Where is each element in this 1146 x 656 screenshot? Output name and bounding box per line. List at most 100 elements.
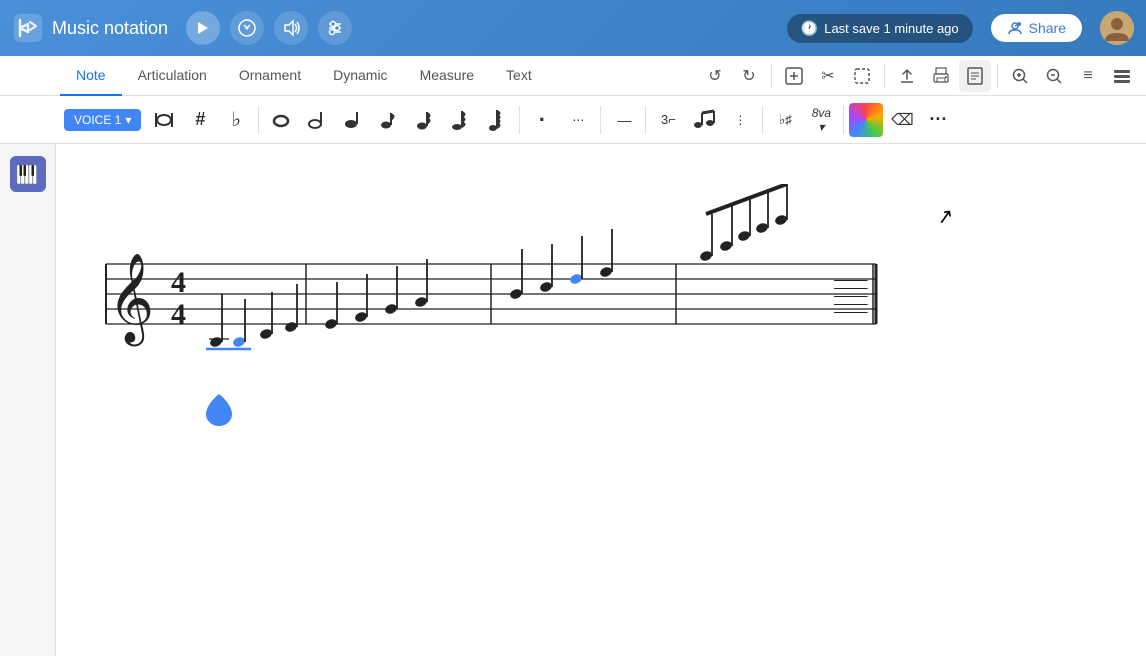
svg-text:4: 4 — [171, 266, 186, 299]
eighth-note-button[interactable] — [372, 103, 406, 137]
eighth-note-icon — [378, 109, 400, 131]
erase-button[interactable]: ⌫ — [885, 103, 919, 137]
double-dotted-button[interactable]: ⋯ — [561, 103, 595, 137]
sharp-button[interactable]: # — [183, 103, 217, 137]
cut-button[interactable]: ✂ — [812, 60, 844, 92]
mixer-button[interactable] — [318, 11, 352, 45]
tab-ornament[interactable]: Ornament — [223, 56, 317, 96]
dotted-note-button[interactable]: · — [525, 103, 559, 137]
toolbar-separator-3 — [997, 64, 998, 88]
toolbar-separator-1 — [771, 64, 772, 88]
beam-icon — [693, 109, 715, 131]
svg-text:4: 4 — [171, 298, 186, 331]
tab-dynamic[interactable]: Dynamic — [317, 56, 403, 96]
half-note-icon — [306, 109, 328, 131]
undo-button[interactable]: ↺ — [699, 60, 731, 92]
zoom-out-icon — [1045, 67, 1063, 85]
save-badge: 🕐 Last save 1 minute ago — [787, 14, 973, 43]
add-measure-icon — [785, 67, 803, 85]
sixty-fourth-note-icon — [486, 109, 508, 131]
settings-button[interactable] — [1106, 60, 1138, 92]
settings-icon — [1113, 67, 1131, 85]
select-icon — [853, 67, 871, 85]
accidental-button[interactable]: ♭♯ — [768, 103, 802, 137]
tab-text[interactable]: Text — [490, 56, 548, 96]
app-logo-icon — [12, 12, 44, 44]
add-measure-button[interactable] — [778, 60, 810, 92]
header: Music notation 🕐 Last — [0, 0, 1146, 56]
note-sep-4 — [645, 106, 646, 134]
thirty-second-note-button[interactable] — [444, 103, 478, 137]
play-button[interactable] — [186, 11, 220, 45]
note-sep-3 — [600, 106, 601, 134]
quarter-note-button[interactable] — [336, 103, 370, 137]
menu-button[interactable]: ≡ — [1072, 60, 1104, 92]
color-button[interactable] — [849, 103, 883, 137]
thirty-second-note-icon — [450, 109, 472, 131]
volume-button[interactable] — [274, 11, 308, 45]
save-text: Last save 1 minute ago — [824, 21, 958, 36]
user-avatar[interactable] — [1100, 11, 1134, 45]
toolbar-separator-2 — [884, 64, 885, 88]
clock-icon: 🕐 — [801, 20, 818, 37]
music-score: 𝄞 4 4 — [76, 184, 896, 364]
whole-note-button[interactable] — [264, 103, 298, 137]
note-sep-1 — [258, 106, 259, 134]
drag-cursor-indicator — [204, 392, 234, 433]
voice-dropdown-icon: ▾ — [125, 113, 131, 127]
print-button[interactable] — [925, 60, 957, 92]
rest-button[interactable]: — — [606, 103, 640, 137]
voice-selector[interactable]: VOICE 1 ▾ — [64, 109, 141, 131]
volume-icon — [281, 18, 301, 38]
logo-area: Music notation — [12, 12, 168, 44]
print-icon — [932, 67, 950, 85]
voice-options-button[interactable]: ⋮ — [723, 103, 757, 137]
zoom-in-button[interactable] — [1004, 60, 1036, 92]
toolbar-tabs-row: Note Articulation Ornament Dynamic Measu… — [0, 56, 1146, 96]
play-icon — [197, 21, 209, 35]
svg-text:𝄞: 𝄞 — [108, 254, 154, 347]
svg-text:𝄚: 𝄚 — [834, 276, 868, 322]
share-button[interactable]: Share — [991, 14, 1082, 42]
teardrop-icon — [204, 392, 234, 428]
select-button[interactable] — [846, 60, 878, 92]
metronome-button[interactable] — [230, 11, 264, 45]
sixteenth-note-button[interactable] — [408, 103, 442, 137]
whole-note-icon — [270, 109, 292, 131]
piano-icon — [16, 164, 40, 184]
half-note-button[interactable] — [300, 103, 334, 137]
quarter-note-icon — [342, 109, 364, 131]
mixer-icon — [325, 18, 345, 38]
tuplet-button[interactable]: 3⌐ — [651, 103, 685, 137]
flat-button[interactable]: ♭ — [219, 103, 253, 137]
tab-measure[interactable]: Measure — [404, 56, 490, 96]
note-sep-5 — [762, 106, 763, 134]
note-sep-2 — [519, 106, 520, 134]
metronome-icon — [237, 18, 257, 38]
page-view-button[interactable] — [959, 60, 991, 92]
double-whole-note-button[interactable] — [147, 103, 181, 137]
content-area: 𝄞 4 4 — [0, 144, 1146, 656]
piano-toggle-button[interactable] — [10, 156, 46, 192]
sixty-fourth-note-button[interactable] — [480, 103, 514, 137]
double-whole-note-icon — [153, 109, 175, 131]
redo-button[interactable]: ↻ — [733, 60, 765, 92]
voice-label: VOICE 1 — [74, 113, 121, 127]
canvas-area: 𝄞 4 4 — [56, 144, 1146, 656]
tab-list: Note Articulation Ornament Dynamic Measu… — [60, 56, 699, 96]
share-icon — [1007, 20, 1023, 36]
ottava-button[interactable]: 8va ▾ — [804, 103, 838, 137]
upload-icon — [898, 67, 916, 85]
sidebar — [0, 144, 56, 656]
upload-button[interactable] — [891, 60, 923, 92]
mouse-cursor: ↖ — [935, 203, 956, 231]
page-view-icon — [966, 67, 984, 85]
app-title: Music notation — [52, 18, 168, 39]
beam-button[interactable] — [687, 103, 721, 137]
more-options-button[interactable]: ··· — [921, 103, 955, 137]
tab-note[interactable]: Note — [60, 56, 122, 96]
note-sep-6 — [843, 106, 844, 134]
zoom-out-button[interactable] — [1038, 60, 1070, 92]
tab-articulation[interactable]: Articulation — [122, 56, 223, 96]
note-toolbar: VOICE 1 ▾ # ♭ — [0, 96, 1146, 144]
